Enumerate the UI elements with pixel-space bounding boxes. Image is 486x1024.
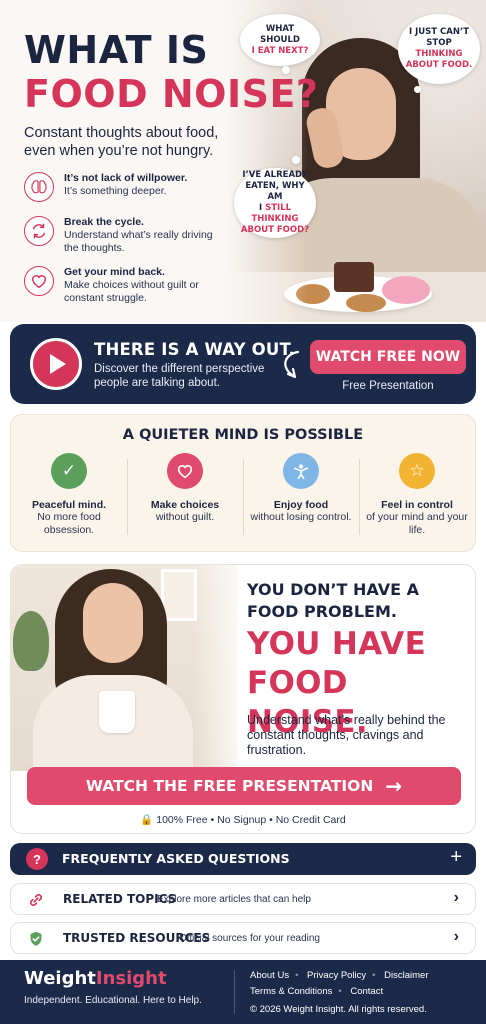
- quieter-mind-heading: A QUIETER MIND IS POSSIBLE: [122, 427, 364, 443]
- quieter-mind-section: A QUIETER MIND IS POSSIBLE ✓ Peaceful mi…: [10, 414, 476, 552]
- thought-bubble-stop-thinking: I JUST CAN’T STOP THINKING ABOUT FOOD.: [398, 14, 480, 84]
- footer-link-contact[interactable]: Contact: [350, 986, 383, 997]
- way-out-banner: THERE IS A WAY OUT. Discover the differe…: [10, 324, 476, 404]
- trusted-resources-row[interactable]: TRUSTED RESOURCES Official sources for y…: [10, 922, 476, 954]
- star-icon: ☆: [399, 453, 435, 489]
- chevron-right-icon: ›: [453, 889, 459, 906]
- feature-mind-back: Get your mind back. Make choices without …: [24, 266, 224, 305]
- benefit-peaceful-mind: ✓ Peaceful mind. No more food obsession.: [11, 453, 127, 537]
- chevron-right-icon: ›: [453, 928, 459, 945]
- thought-bubble-already-eaten: I’VE ALREADY EATEN, WHY AM I STILL THINKIN…: [234, 168, 316, 238]
- plus-icon[interactable]: +: [450, 846, 462, 869]
- benefit-feel-in-control: ☆ Feel in control of your mind and your …: [359, 453, 475, 537]
- food-noise-description: Understand what’s really behind the cons…: [247, 713, 446, 757]
- watch-free-presentation-button[interactable]: WATCH THE FREE PRESENTATION →: [27, 767, 461, 805]
- watch-free-now-button[interactable]: WATCH FREE NOW: [310, 340, 466, 374]
- heart-icon: [24, 266, 54, 296]
- footer-link-terms[interactable]: Terms & Conditions: [250, 986, 332, 997]
- food-problem-heading: YOU DON’T HAVE A FOOD PROBLEM.: [247, 580, 419, 621]
- copyright: © 2026 Weight Insight. All rights reserv…: [250, 1004, 427, 1015]
- lock-icon: 🔒: [140, 814, 154, 826]
- weight-insight-logo[interactable]: WeightInsight: [24, 968, 167, 989]
- curved-arrow-icon: [284, 350, 300, 379]
- feature-break-cycle: Break the cycle. Understand what’s really…: [24, 216, 224, 255]
- benefit-enjoy-food: Enjoy food without losing control.: [243, 453, 359, 524]
- faq-accordion[interactable]: ? FREQUENTLY ASKED QUESTIONS +: [10, 843, 476, 875]
- footer-tagline: Independent. Educational. Here to Help.: [24, 995, 202, 1006]
- heart-icon: [167, 453, 203, 489]
- page-subtitle: Constant thoughts about food, even when …: [24, 125, 219, 159]
- shield-check-icon: [25, 928, 47, 950]
- footer-link-about[interactable]: About Us: [250, 970, 289, 981]
- way-out-text: Discover the different perspective peopl…: [94, 363, 265, 389]
- check-icon: ✓: [51, 453, 87, 489]
- footer-link-privacy[interactable]: Privacy Policy: [307, 970, 366, 981]
- brain-icon: [24, 172, 54, 202]
- way-out-heading: THERE IS A WAY OUT.: [94, 340, 295, 359]
- related-topics-row[interactable]: RELATED TOPICS Explore more articles tha…: [10, 883, 476, 915]
- feature-willpower: It’s not lack of willpower. It’s somethin…: [24, 172, 224, 202]
- cycle-icon: [24, 216, 54, 246]
- link-icon: [25, 889, 47, 911]
- person-icon: [283, 453, 319, 489]
- footer-link-disclaimer[interactable]: Disclaimer: [384, 970, 428, 981]
- page-title: WHAT IS FOOD NOISE?: [24, 28, 319, 116]
- arrow-right-icon: →: [385, 774, 403, 798]
- question-icon: ?: [26, 848, 48, 870]
- footer-links: About Us • Privacy Policy • Disclaimer Ter…: [250, 970, 429, 997]
- site-footer: WeightInsight Independent. Educational. …: [0, 960, 486, 1024]
- play-icon[interactable]: [30, 338, 82, 390]
- presentation-terms: 🔒 100% Free • No Signup • No Credit Card: [140, 814, 346, 826]
- hero-section: WHAT SHOULD I EAT NEXT? I JUST CAN’T STOP …: [0, 0, 486, 322]
- benefit-make-choices: Make choices without guilt.: [127, 453, 243, 524]
- food-noise-card: YOU DON’T HAVE A FOOD PROBLEM. YOU HAVE FO…: [10, 564, 476, 834]
- free-presentation-label: Free Presentation: [342, 380, 434, 392]
